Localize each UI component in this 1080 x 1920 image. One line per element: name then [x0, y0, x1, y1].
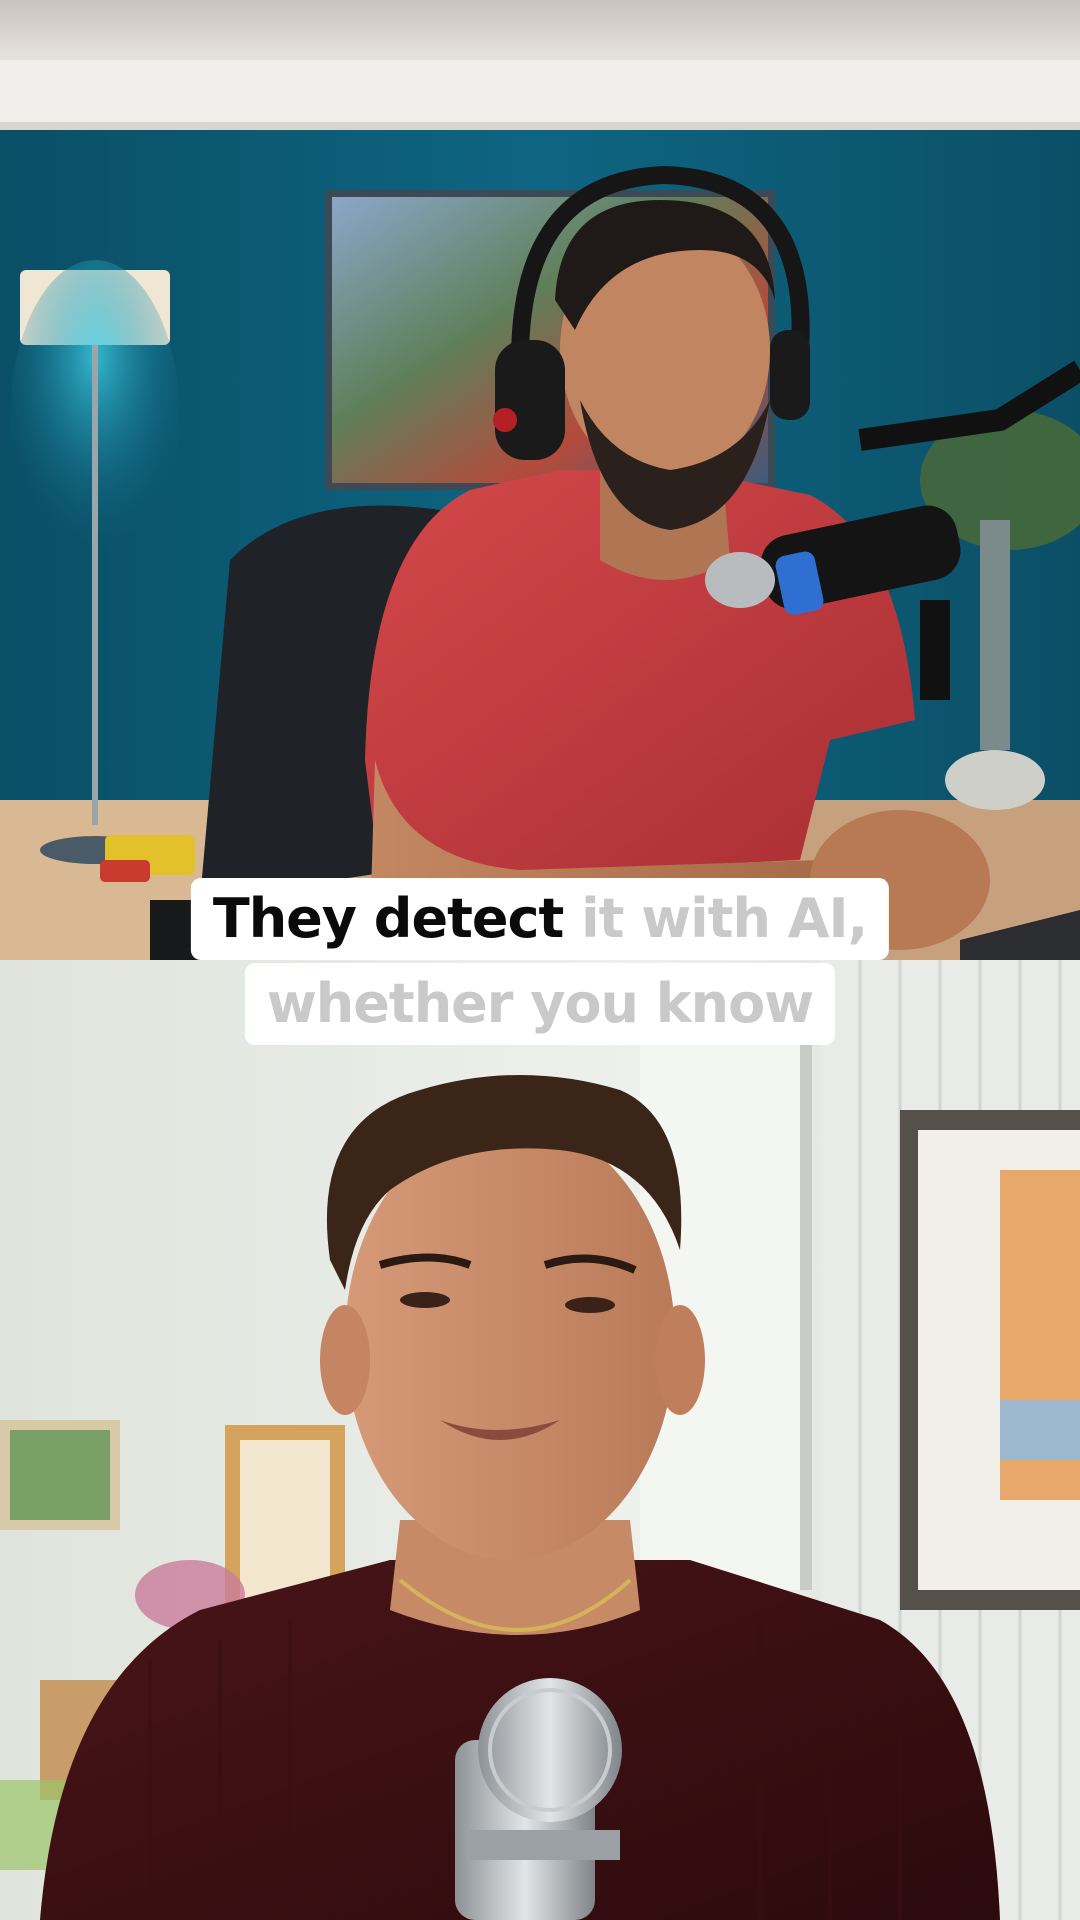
bottom-scene-illustration — [0, 960, 1080, 1920]
caption-upcoming-text-2: whether you know — [266, 972, 814, 1035]
caption-line-1: They detect it with AI, — [190, 878, 890, 960]
top-scene-illustration — [0, 0, 1080, 960]
caption-line-2: whether you know — [244, 963, 836, 1045]
bottom-video-panel — [0, 960, 1080, 1920]
caption-upcoming-text: it with AI, — [581, 887, 868, 950]
caption-spoken-text: They detect — [212, 887, 582, 950]
top-video-panel — [0, 0, 1080, 960]
